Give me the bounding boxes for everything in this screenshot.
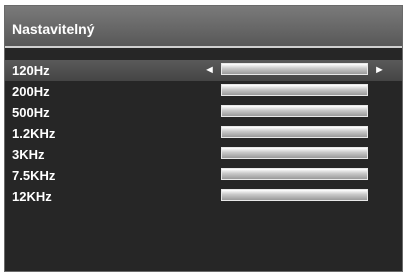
band-row[interactable]: 500Hz	[5, 102, 402, 123]
arrow-right-icon[interactable]: ►	[374, 63, 385, 77]
band-row[interactable]: 120Hz ◄ ►	[5, 60, 402, 81]
band-row[interactable]: 3KHz	[5, 144, 402, 165]
band-level-slider[interactable]	[221, 63, 368, 75]
band-row[interactable]: 12KHz	[5, 186, 402, 207]
band-label: 500Hz	[12, 105, 50, 120]
band-level-slider[interactable]	[221, 126, 368, 138]
band-label: 120Hz	[12, 63, 50, 78]
arrow-left-icon[interactable]: ◄	[204, 63, 215, 77]
band-row[interactable]: 200Hz	[5, 81, 402, 102]
panel-title: Nastavitelný	[12, 21, 95, 37]
band-label: 7.5KHz	[12, 168, 56, 183]
band-row[interactable]: 7.5KHz	[5, 165, 402, 186]
band-level-slider[interactable]	[221, 105, 368, 117]
band-list: 120Hz ◄ ► 200Hz 500Hz 1.2KHz 3KHz 7.5KHz 12KHz	[5, 60, 402, 207]
band-label: 1.2KHz	[12, 126, 56, 141]
band-label: 12KHz	[12, 189, 52, 204]
band-level-slider[interactable]	[221, 147, 368, 159]
band-row[interactable]: 1.2KHz	[5, 123, 402, 144]
band-level-slider[interactable]	[221, 189, 368, 201]
band-label: 200Hz	[12, 84, 50, 99]
panel-header: Nastavitelný	[5, 6, 402, 48]
equalizer-panel: Nastavitelný 120Hz ◄ ► 200Hz 500Hz 1.2KHz 3KHz…	[4, 5, 403, 272]
band-level-slider[interactable]	[221, 168, 368, 180]
band-level-slider[interactable]	[221, 84, 368, 96]
band-label: 3KHz	[12, 147, 45, 162]
